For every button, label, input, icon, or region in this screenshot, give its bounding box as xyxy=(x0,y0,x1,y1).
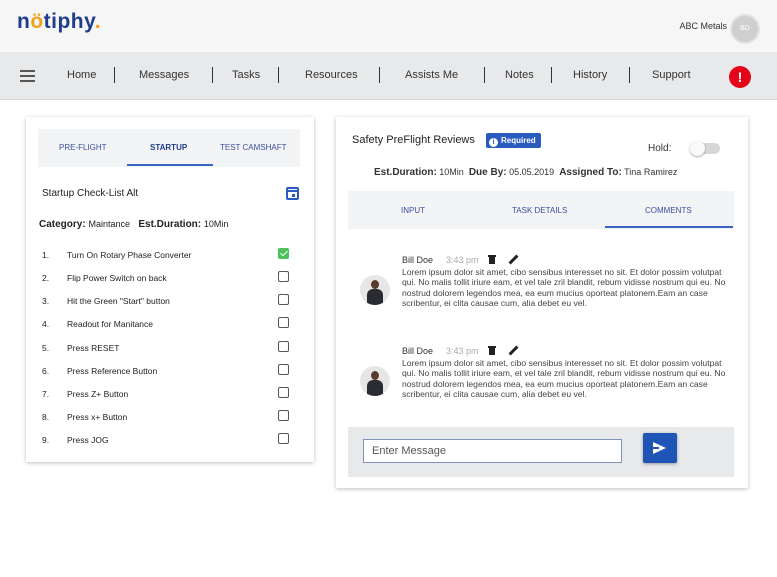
checklist-item: 4. Readout for Manitance xyxy=(42,317,304,331)
review-title: Safety PreFlight Reviews xyxy=(352,134,475,146)
item-checkbox[interactable] xyxy=(278,410,289,421)
nav-divider xyxy=(114,67,115,83)
nav-item-home[interactable]: Home xyxy=(67,69,96,81)
nav-divider xyxy=(379,67,380,83)
item-checkbox[interactable] xyxy=(278,248,289,259)
item-number: 3. xyxy=(42,296,50,306)
tab-test-camshaft[interactable]: TEST CAMSHAFT xyxy=(220,143,287,152)
message-input[interactable] xyxy=(363,439,622,463)
hamburger-menu-icon[interactable] xyxy=(20,70,35,82)
send-button[interactable] xyxy=(643,433,677,463)
item-number: 2. xyxy=(42,273,50,283)
item-checkbox[interactable] xyxy=(278,294,289,305)
tab-comments[interactable]: COMMENTS xyxy=(645,206,692,215)
nav-item-assists-me[interactable]: Assists Me xyxy=(405,69,458,81)
info-icon: i xyxy=(489,138,498,147)
item-checkbox[interactable] xyxy=(278,317,289,328)
item-label: Press RESET xyxy=(67,343,120,353)
item-number: 9. xyxy=(42,435,50,445)
checklist-tabs: PRE-FLIGHT STARTUP TEST CAMSHAFT xyxy=(38,129,300,167)
active-tab-indicator xyxy=(605,226,733,228)
calendar-icon[interactable] xyxy=(286,187,299,200)
message-composer xyxy=(348,427,734,477)
checklist-item: 3. Hit the Green "Start" button xyxy=(42,294,304,308)
edit-icon[interactable] xyxy=(508,254,519,265)
checklist-item: 2. Flip Power Switch on back xyxy=(42,271,304,285)
edit-icon[interactable] xyxy=(508,345,519,356)
comment-author: Bill Doe xyxy=(402,346,434,356)
alert-icon[interactable]: ! xyxy=(729,66,751,88)
app-root: nötiphy. ABC Metals BD Home Messages Tas… xyxy=(0,0,777,577)
item-number: 8. xyxy=(42,412,50,422)
checklist-title: Startup Check-List Alt xyxy=(42,188,139,199)
item-checkbox[interactable] xyxy=(278,271,289,282)
item-label: Flip Power Switch on back xyxy=(67,273,167,283)
checklist-item: 6. Press Reference Button xyxy=(42,364,304,378)
commenter-avatar xyxy=(360,275,390,305)
delete-icon[interactable] xyxy=(488,346,496,355)
item-number: 4. xyxy=(42,319,50,329)
nav-divider xyxy=(212,67,213,83)
checklist-item: 9. Press JOG xyxy=(42,433,304,447)
main-nav: Home Messages Tasks Resources Assists Me… xyxy=(0,52,777,100)
hold-label: Hold: xyxy=(648,143,672,154)
comment-text: Lorem ipsum dolor sit amet, cibo sensibu… xyxy=(402,358,726,400)
item-label: Hit the Green "Start" button xyxy=(67,296,170,306)
hold-toggle[interactable] xyxy=(690,141,720,156)
item-number: 1. xyxy=(42,250,50,260)
company-name: ABC Metals xyxy=(679,21,727,31)
top-header: nötiphy. ABC Metals BD xyxy=(0,0,777,52)
nav-divider xyxy=(278,67,279,83)
checklist-meta: Category: Maintance Est.Duration: 10Min xyxy=(39,219,229,230)
nav-item-history[interactable]: History xyxy=(573,69,607,81)
checklist-item: 5. Press RESET xyxy=(42,341,304,355)
required-badge: i Required xyxy=(486,133,541,148)
checklist-item: 8. Press x+ Button xyxy=(42,410,304,424)
item-checkbox[interactable] xyxy=(278,433,289,444)
checklist-item: 7. Press Z+ Button xyxy=(42,387,304,401)
item-label: Press Z+ Button xyxy=(67,389,129,399)
item-number: 6. xyxy=(42,366,50,376)
review-card: Safety PreFlight Reviews i Required Hold:… xyxy=(336,117,748,488)
comment-time: 3:43 pm xyxy=(446,255,479,265)
nav-item-resources[interactable]: Resources xyxy=(305,69,358,81)
comment-text: Lorem ipsum dolor sit amet, cibo sensibu… xyxy=(402,267,726,309)
nav-divider xyxy=(484,67,485,83)
item-label: Turn On Rotary Phase Converter xyxy=(67,250,192,260)
tab-task-details[interactable]: TASK DETAILS xyxy=(512,206,567,215)
checklist-card: PRE-FLIGHT STARTUP TEST CAMSHAFT Startup… xyxy=(26,117,314,462)
item-number: 5. xyxy=(42,343,50,353)
nav-item-tasks[interactable]: Tasks xyxy=(232,69,260,81)
nav-item-messages[interactable]: Messages xyxy=(139,69,189,81)
review-tabs: INPUT TASK DETAILS COMMENTS xyxy=(348,191,734,229)
tab-input[interactable]: INPUT xyxy=(401,206,425,215)
commenter-avatar xyxy=(360,366,390,396)
item-label: Press Reference Button xyxy=(67,366,158,376)
item-label: Readout for Manitance xyxy=(67,319,153,329)
item-checkbox[interactable] xyxy=(278,341,289,352)
review-meta: Est.Duration: 10Min Due By: 05.05.2019 A… xyxy=(374,167,678,178)
tab-startup[interactable]: STARTUP xyxy=(150,143,187,152)
nav-divider xyxy=(551,67,552,83)
item-number: 7. xyxy=(42,389,50,399)
user-avatar[interactable]: BD xyxy=(730,14,760,44)
checklist-item: 1. Turn On Rotary Phase Converter xyxy=(42,248,304,262)
nav-item-support[interactable]: Support xyxy=(652,69,691,81)
item-checkbox[interactable] xyxy=(278,387,289,398)
notiphy-logo[interactable]: nötiphy. xyxy=(17,10,101,34)
delete-icon[interactable] xyxy=(488,255,496,264)
active-tab-indicator xyxy=(127,164,213,166)
item-checkbox[interactable] xyxy=(278,364,289,375)
comment-author: Bill Doe xyxy=(402,255,434,265)
tab-pre-flight[interactable]: PRE-FLIGHT xyxy=(59,143,107,152)
nav-item-notes[interactable]: Notes xyxy=(505,69,534,81)
send-icon xyxy=(653,442,666,454)
item-label: Press JOG xyxy=(67,435,109,445)
item-label: Press x+ Button xyxy=(67,412,128,422)
toggle-knob xyxy=(690,141,705,156)
comment-time: 3:43 pm xyxy=(446,346,479,356)
nav-divider xyxy=(629,67,630,83)
